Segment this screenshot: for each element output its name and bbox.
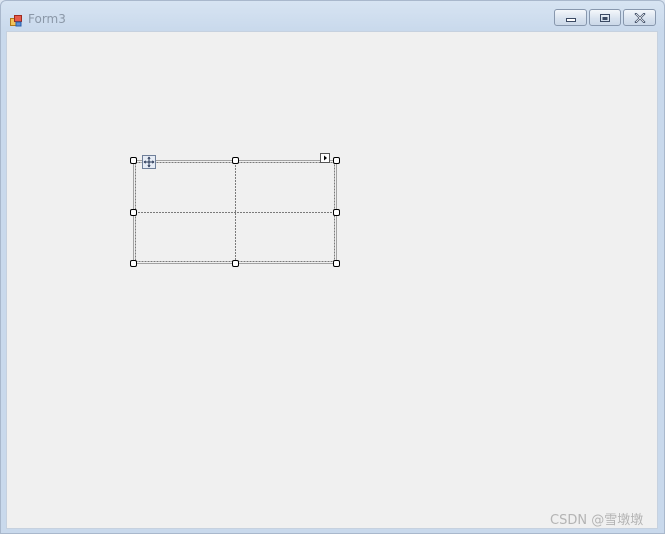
smart-tag-icon[interactable] [320, 153, 330, 163]
move-glyph-icon[interactable] [142, 155, 156, 169]
resize-handle-bottom-right[interactable] [333, 260, 340, 267]
watermark-text: CSDN @雪墩墩 [550, 513, 644, 528]
resize-handle-bottom-left[interactable] [130, 260, 137, 267]
resize-handle-right[interactable] [333, 209, 340, 216]
resize-handle-top-left[interactable] [130, 157, 137, 164]
resize-handle-top-right[interactable] [333, 157, 340, 164]
resize-handle-bottom[interactable] [232, 260, 239, 267]
resize-handle-left[interactable] [130, 209, 137, 216]
designer-surface [0, 0, 665, 534]
table-layout-panel[interactable] [0, 0, 665, 534]
resize-handle-top[interactable] [232, 157, 239, 164]
